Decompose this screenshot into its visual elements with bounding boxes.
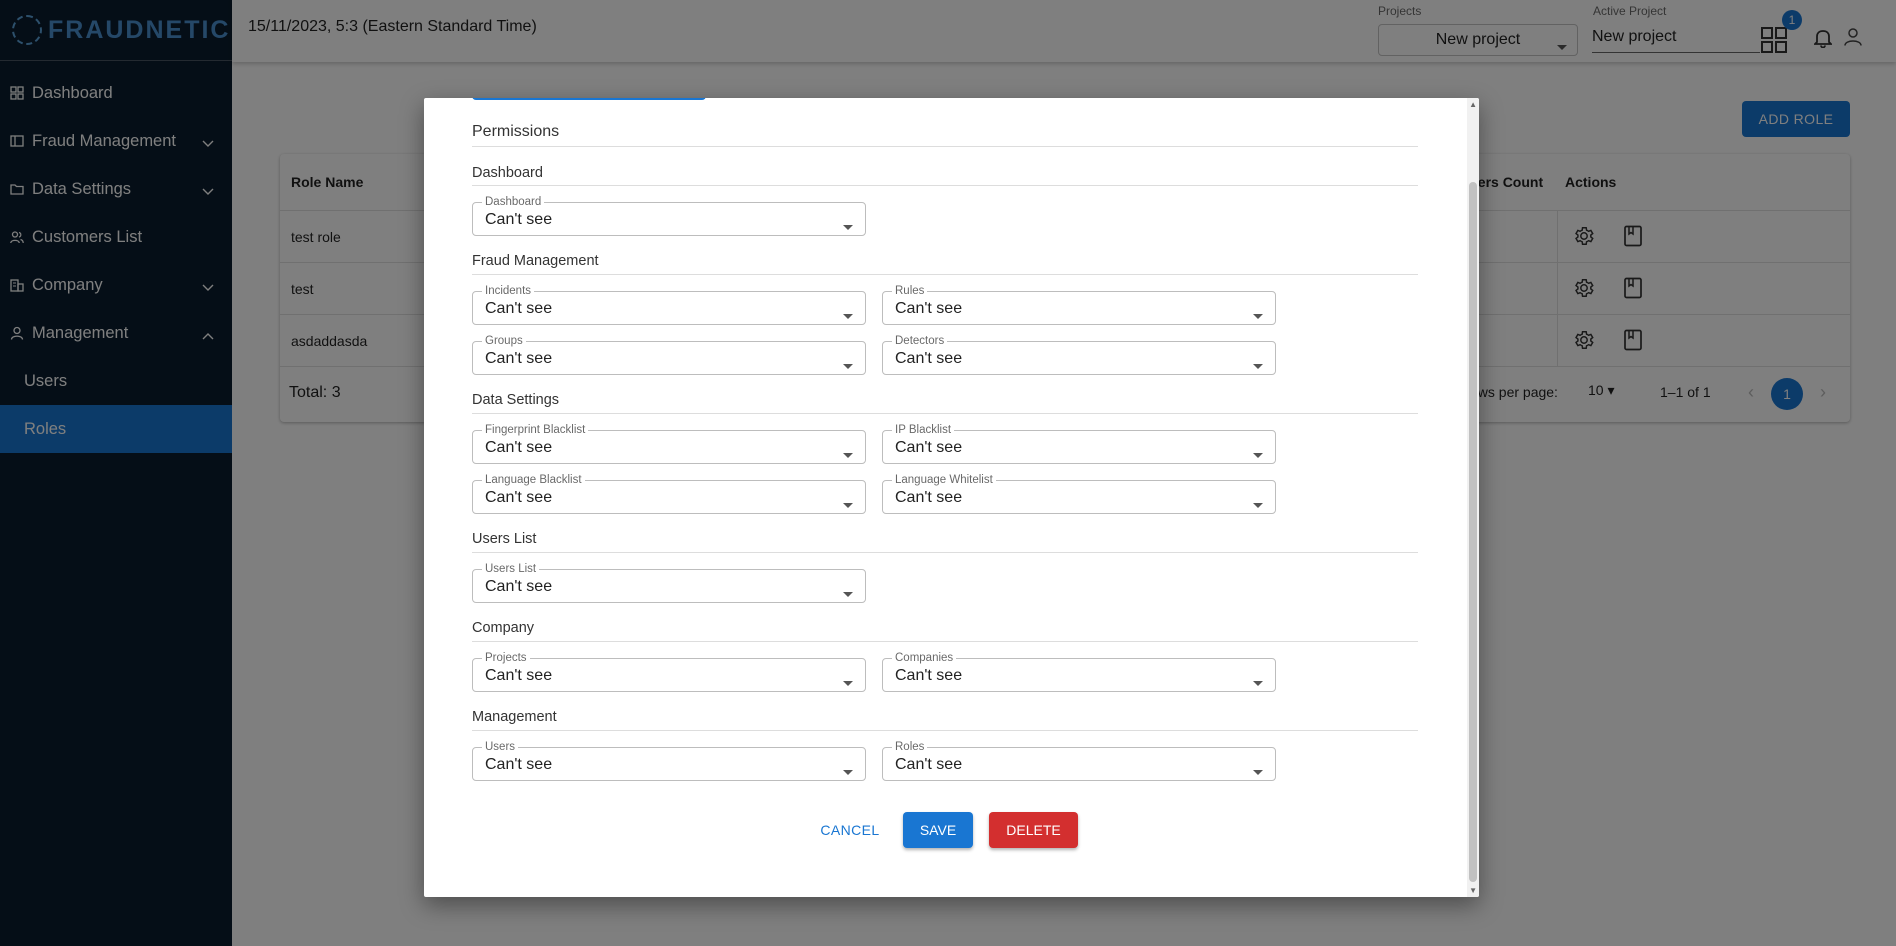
detectors-permission-select[interactable]: Detectors Can't see [882, 334, 1276, 375]
caret-down-icon [843, 673, 853, 691]
field-value: Can't see [485, 439, 553, 456]
divider [472, 274, 1418, 275]
field-label: Fingerprint Blacklist [482, 423, 589, 437]
ip-blacklist-permission-select[interactable]: IP Blacklist Can't see [882, 423, 1276, 464]
field-label: Detectors [892, 334, 948, 348]
caret-down-icon [843, 762, 853, 780]
caret-down-icon [1253, 673, 1263, 691]
field-value: Can't see [485, 578, 553, 595]
section-title-data-settings: Data Settings [472, 392, 560, 408]
delete-button[interactable]: DELETE [989, 812, 1078, 848]
section-title-fraud-management: Fraud Management [472, 253, 599, 269]
users-permission-select[interactable]: Users Can't see [472, 740, 866, 781]
field-value: Can't see [895, 300, 963, 317]
section-title-users-list: Users List [472, 531, 537, 547]
caret-down-icon [1253, 356, 1263, 374]
groups-permission-select[interactable]: Groups Can't see [472, 334, 866, 375]
caret-down-icon [843, 356, 853, 374]
field-label: Users [482, 740, 519, 754]
field-value: Can't see [895, 756, 963, 773]
field-value: Can't see [895, 350, 963, 367]
field-value: Can't see [485, 211, 553, 228]
caret-down-icon [843, 445, 853, 463]
save-button[interactable]: SAVE [903, 812, 973, 848]
field-label: Dashboard [482, 195, 545, 209]
caret-down-icon [843, 217, 853, 235]
companies-permission-select[interactable]: Companies Can't see [882, 651, 1276, 692]
scroll-down-arrow-icon[interactable]: ▼ [1469, 886, 1477, 895]
field-label: Language Whitelist [892, 473, 996, 487]
divider [472, 552, 1418, 553]
incidents-permission-select[interactable]: Incidents Can't see [472, 284, 866, 325]
divider [472, 730, 1418, 731]
caret-down-icon [843, 495, 853, 513]
field-label: Companies [892, 651, 957, 665]
dashboard-permission-select[interactable]: Dashboard Can't see [472, 195, 866, 236]
language-blacklist-permission-select[interactable]: Language Blacklist Can't see [472, 473, 866, 514]
field-label: Groups [482, 334, 526, 348]
language-whitelist-permission-select[interactable]: Language Whitelist Can't see [882, 473, 1276, 514]
scrollbar-thumb[interactable] [1469, 182, 1477, 882]
rules-permission-select[interactable]: Rules Can't see [882, 284, 1276, 325]
scroll-up-arrow-icon[interactable]: ▲ [1469, 100, 1477, 109]
field-value: Can't see [895, 439, 963, 456]
field-value: Can't see [485, 300, 553, 317]
field-label: IP Blacklist [892, 423, 955, 437]
section-title-company: Company [472, 620, 535, 636]
field-value: Can't see [485, 489, 553, 506]
cancel-button[interactable]: CANCEL [807, 812, 893, 848]
divider [472, 185, 1418, 186]
edit-role-dialog: Permissions Dashboard Dashboard Can't se… [424, 98, 1479, 897]
divider [472, 146, 1418, 147]
field-value: Can't see [485, 350, 553, 367]
role-name-input[interactable] [472, 98, 706, 100]
section-title-management: Management [472, 709, 557, 725]
modal-scrollbar[interactable]: ▲ ▼ [1467, 98, 1479, 897]
permissions-title: Permissions [472, 123, 560, 140]
field-label: Projects [482, 651, 530, 665]
caret-down-icon [843, 306, 853, 324]
section-title-dashboard: Dashboard [472, 165, 543, 181]
field-value: Can't see [485, 756, 553, 773]
projects-permission-select[interactable]: Projects Can't see [472, 651, 866, 692]
caret-down-icon [1253, 306, 1263, 324]
roles-permission-select[interactable]: Roles Can't see [882, 740, 1276, 781]
field-label: Roles [892, 740, 928, 754]
caret-down-icon [843, 584, 853, 602]
fingerprint-blacklist-permission-select[interactable]: Fingerprint Blacklist Can't see [472, 423, 866, 464]
field-value: Can't see [485, 667, 553, 684]
field-label: Incidents [482, 284, 535, 298]
field-value: Can't see [895, 489, 963, 506]
caret-down-icon [1253, 495, 1263, 513]
field-label: Language Blacklist [482, 473, 585, 487]
caret-down-icon [1253, 762, 1263, 780]
field-label: Users List [482, 562, 540, 576]
divider [472, 413, 1418, 414]
users-list-permission-select[interactable]: Users List Can't see [472, 562, 866, 603]
divider [472, 641, 1418, 642]
field-label: Rules [892, 284, 928, 298]
caret-down-icon [1253, 445, 1263, 463]
field-value: Can't see [895, 667, 963, 684]
